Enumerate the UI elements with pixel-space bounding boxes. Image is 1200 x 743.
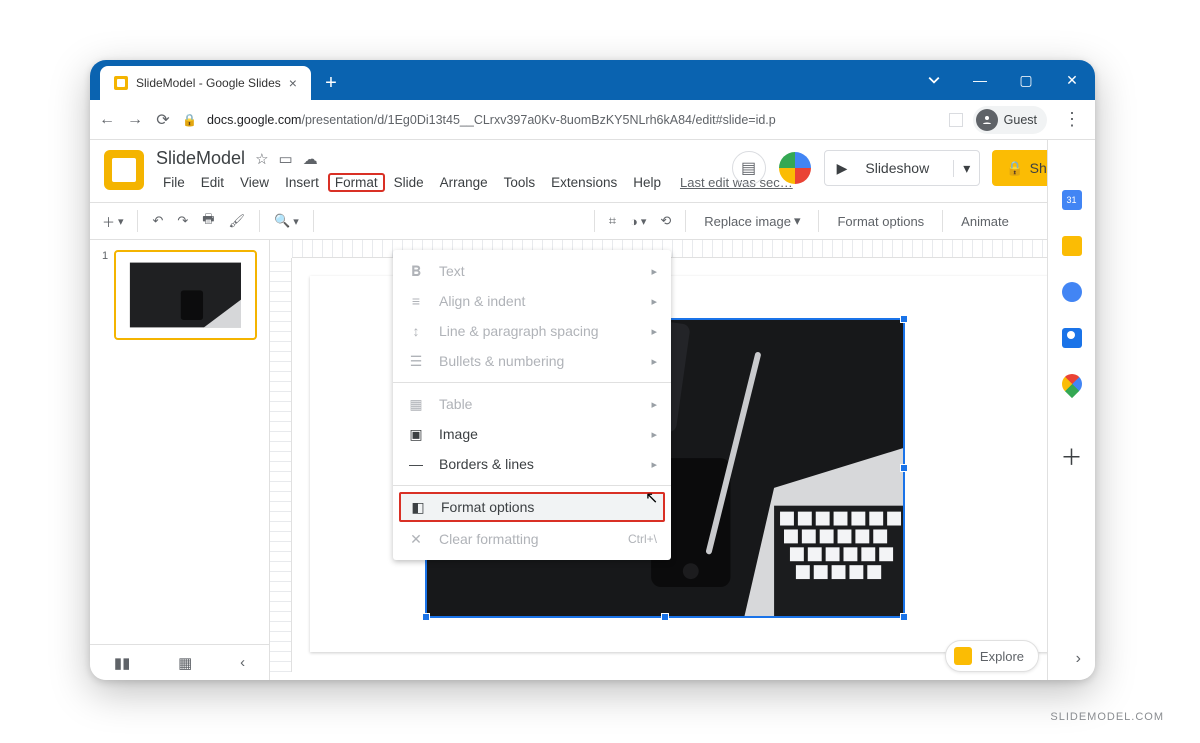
format-menu-dropdown: 𝐁Text▸ ≡Align & indent▸ ↕Line & paragrap… <box>393 250 671 560</box>
grid-view-icon[interactable]: ▦ <box>178 654 192 672</box>
window-titlebar: SlideModel - Google Slides × + — ▢ ✕ <box>90 60 1095 100</box>
menu-extensions[interactable]: Extensions <box>544 173 624 192</box>
browser-window: SlideModel - Google Slides × + — ▢ ✕ ← →… <box>90 60 1095 680</box>
new-slide-button[interactable]: ＋▾ <box>98 208 127 235</box>
thumb-index: 1 <box>102 250 108 340</box>
meet-icon[interactable] <box>778 151 812 185</box>
url-field[interactable]: docs.google.com/presentation/d/1Eg0Di13t… <box>207 113 939 127</box>
window-close-button[interactable]: ✕ <box>1049 60 1095 100</box>
doc-title[interactable]: SlideModel <box>156 148 245 169</box>
nav-back-icon[interactable]: ← <box>98 111 116 129</box>
hide-sidepanel-icon[interactable]: › <box>1076 650 1081 668</box>
menu-table: ▦Table▸ <box>393 389 671 419</box>
paint-format-icon[interactable]: 🖌 <box>225 209 250 233</box>
cloud-status-icon[interactable]: ☁ <box>303 150 318 168</box>
menu-image[interactable]: ▣Image▸ <box>393 419 671 449</box>
install-app-icon[interactable] <box>949 113 963 127</box>
window-controls: — ▢ ✕ <box>911 60 1095 100</box>
vertical-ruler <box>270 258 292 672</box>
resize-handle[interactable] <box>900 613 908 621</box>
browser-tab[interactable]: SlideModel - Google Slides × <box>100 66 311 100</box>
slides-favicon-icon <box>114 76 128 90</box>
mask-icon[interactable]: ◑▾ <box>626 210 650 233</box>
explore-button[interactable]: Explore <box>945 640 1039 672</box>
add-addon-icon[interactable]: ＋ <box>1060 440 1082 472</box>
crop-icon[interactable]: ⌗ <box>605 209 620 233</box>
menu-align-indent: ≡Align & indent▸ <box>393 286 671 316</box>
lock-share-icon: 🔒 <box>1006 160 1023 177</box>
tab-close-icon[interactable]: × <box>289 75 297 91</box>
slideshow-button[interactable]: ▶ Slideshow ▾ <box>824 150 981 186</box>
nav-reload-icon[interactable]: ⟳ <box>154 110 172 130</box>
avatar-icon <box>976 109 998 131</box>
resize-handle[interactable] <box>422 613 430 621</box>
url-host: docs.google.com <box>207 113 302 127</box>
menu-file[interactable]: File <box>156 173 192 192</box>
window-maximize-button[interactable]: ▢ <box>1003 60 1049 100</box>
watermark: SLIDEMODEL.COM <box>1050 711 1164 723</box>
resize-handle[interactable] <box>661 613 669 621</box>
menu-text: 𝐁Text▸ <box>393 256 671 286</box>
menu-format[interactable]: Format <box>328 173 385 192</box>
menu-line-spacing: ↕Line & paragraph spacing▸ <box>393 316 671 346</box>
window-dropdown-button[interactable] <box>911 60 957 100</box>
toolbar: ＋▾ ↶ ↷ 🖶 🖌 🔍▾ ⌗ ◑▾ ⟲ Replace image ▾ For… <box>90 202 1095 240</box>
menu-borders-lines[interactable]: —Borders & lines▸ <box>393 449 671 479</box>
menu-clear-formatting: ✕Clear formattingCtrl+\ <box>393 524 671 554</box>
menu-slide[interactable]: Slide <box>387 173 431 192</box>
menu-help[interactable]: Help <box>626 173 668 192</box>
tasks-icon[interactable] <box>1062 282 1082 302</box>
new-tab-button[interactable]: + <box>317 69 345 97</box>
menu-insert[interactable]: Insert <box>278 173 326 192</box>
filmstrip-view-icon[interactable]: ▮▮ <box>114 654 131 672</box>
side-panel: ＋ › <box>1047 140 1095 680</box>
menu-view[interactable]: View <box>233 173 276 192</box>
keep-icon[interactable] <box>1062 236 1082 256</box>
menu-format-options[interactable]: ◧Format options <box>399 492 665 522</box>
contacts-icon[interactable] <box>1062 328 1082 348</box>
slide-thumbnail-1[interactable] <box>114 250 257 340</box>
profile-chip[interactable]: Guest <box>973 106 1047 134</box>
explore-icon <box>954 647 972 665</box>
animate-button[interactable]: Animate <box>953 210 1017 233</box>
format-options-button[interactable]: Format options <box>829 210 932 233</box>
menu-arrange[interactable]: Arrange <box>433 173 495 192</box>
explore-label: Explore <box>980 649 1024 664</box>
resize-handle[interactable] <box>900 464 908 472</box>
comments-icon[interactable]: ▤ <box>732 151 766 185</box>
slideshow-dropdown-icon[interactable]: ▾ <box>953 160 979 177</box>
menu-edit[interactable]: Edit <box>194 173 231 192</box>
window-minimize-button[interactable]: — <box>957 60 1003 100</box>
cursor-icon: ↖ <box>645 488 658 508</box>
calendar-icon[interactable] <box>1062 190 1082 210</box>
undo-icon[interactable]: ↶ <box>148 209 167 233</box>
profile-label: Guest <box>1004 113 1037 127</box>
star-icon[interactable]: ☆ <box>255 150 268 168</box>
nav-forward-icon[interactable]: → <box>126 111 144 129</box>
print-icon[interactable]: 🖶 <box>198 206 218 236</box>
slideshow-label: ▶ Slideshow <box>825 160 954 177</box>
menu-bar: File Edit View Insert Format Slide Arran… <box>156 173 793 192</box>
browser-urlbar: ← → ⟳ 🔒 docs.google.com/presentation/d/1… <box>90 100 1095 140</box>
collapse-panel-icon[interactable]: ‹ <box>240 654 245 671</box>
slide-thumbnails-panel: 1 <box>90 240 270 672</box>
menu-tools[interactable]: Tools <box>497 173 543 192</box>
maps-icon[interactable] <box>1057 370 1085 398</box>
zoom-icon[interactable]: 🔍▾ <box>270 209 303 233</box>
move-icon[interactable]: ▭ <box>279 150 293 168</box>
reset-image-icon[interactable]: ⟲ <box>656 209 675 233</box>
resize-handle[interactable] <box>900 315 908 323</box>
view-switcher: ▮▮ ▦ ‹ <box>90 644 270 680</box>
menu-bullets: ☰Bullets & numbering▸ <box>393 346 671 376</box>
app-header: SlideModel ☆ ▭ ☁ File Edit View Insert F… <box>90 140 1095 192</box>
tab-title: SlideModel - Google Slides <box>136 76 281 90</box>
replace-image-button[interactable]: Replace image ▾ <box>696 209 808 233</box>
lock-icon[interactable]: 🔒 <box>182 113 197 127</box>
redo-icon[interactable]: ↷ <box>173 209 192 233</box>
browser-menu-icon[interactable]: ⋮ <box>1057 109 1087 130</box>
url-path: /presentation/d/1Eg0Di13t45__CLrxv397a0K… <box>301 113 775 127</box>
slides-logo-icon[interactable] <box>104 150 144 190</box>
